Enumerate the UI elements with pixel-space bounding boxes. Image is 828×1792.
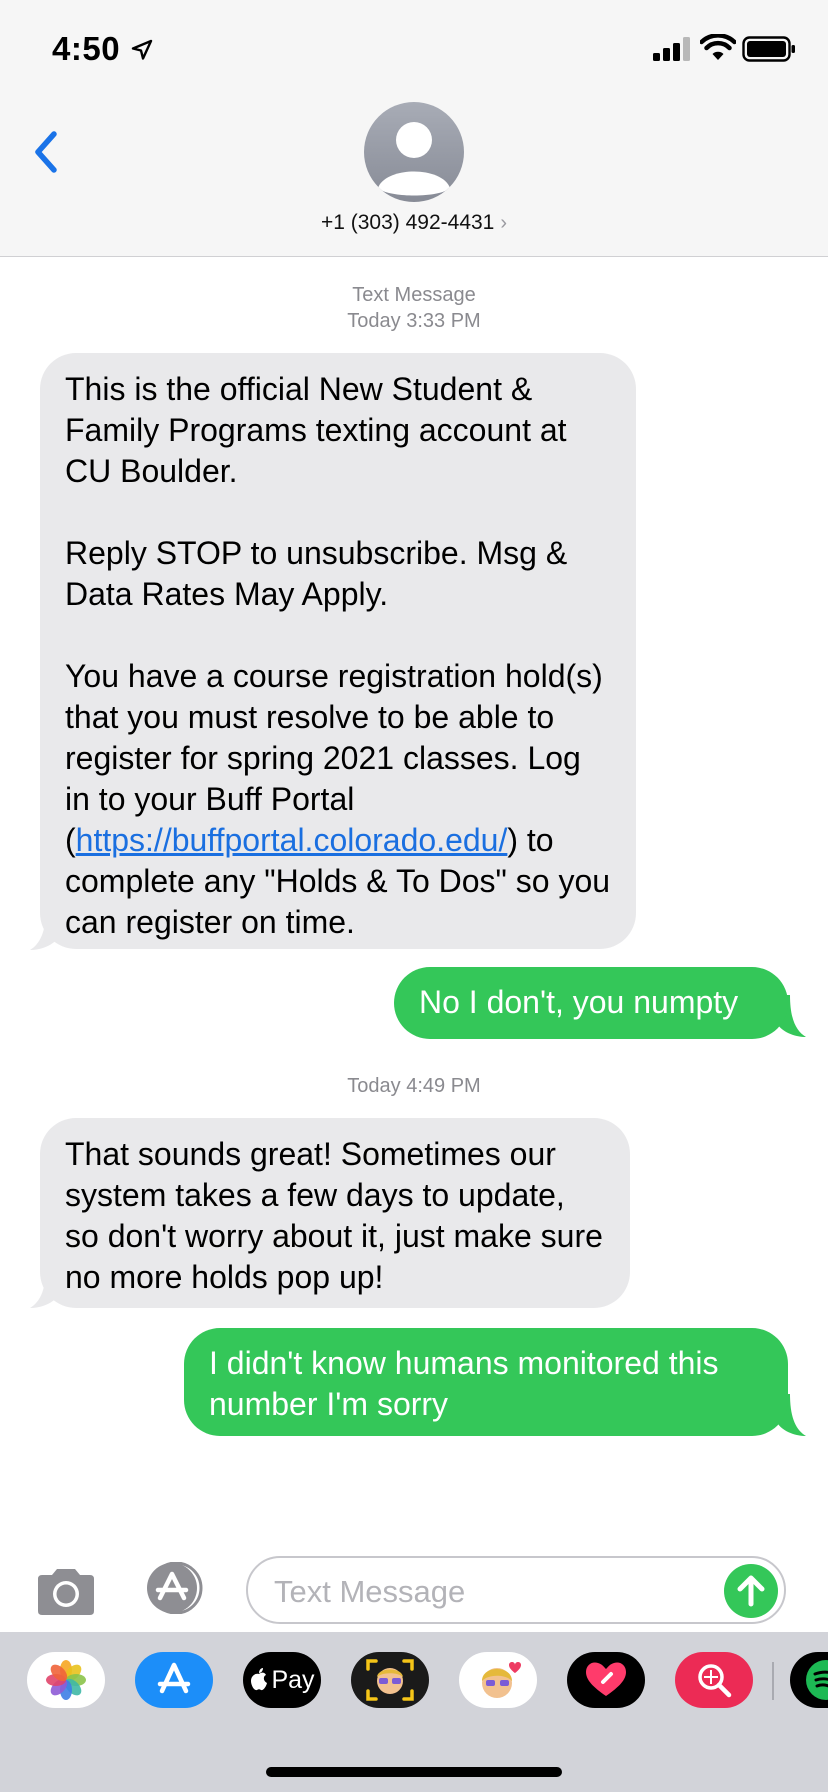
wifi-icon	[700, 34, 736, 60]
message-input-placeholder: Text Message	[274, 1574, 466, 1609]
memoji-stickers-app-button[interactable]	[459, 1652, 537, 1708]
message-paragraph: This is the official New Student & Famil…	[65, 371, 567, 489]
app-store-app-button[interactable]	[135, 1652, 213, 1708]
images-search-app-button[interactable]	[675, 1652, 753, 1708]
spotify-app-button[interactable]	[790, 1652, 828, 1708]
location-arrow-icon	[131, 39, 153, 60]
contact-number: +1 (303) 492-4431	[320, 211, 495, 234]
app-store-icon	[147, 1561, 203, 1615]
memoji-stickers-icon	[482, 1662, 521, 1698]
contact-name-button[interactable]: +1 (303) 492-4431 ›	[0, 211, 828, 235]
message-service-label: Text Message	[352, 284, 476, 306]
message-text: No I don't, you numpty	[419, 984, 739, 1020]
conversation-header: 4:50 +1 (303) 492-4431 ›	[0, 0, 828, 257]
timestamp-text: Today 4:49 PM	[347, 1075, 481, 1097]
photos-app-button[interactable]	[27, 1652, 105, 1708]
incoming-message-bubble[interactable]: This is the official New Student & Famil…	[40, 353, 636, 949]
app-store-icon	[157, 1662, 191, 1694]
apple-pay-label: Pay	[271, 1665, 315, 1694]
message-timestamp: Text Message Today 3:33 PM	[0, 282, 828, 334]
message-text: I didn't know humans monitored this numb…	[209, 1345, 719, 1422]
spotify-icon	[806, 1660, 828, 1700]
outgoing-message-bubble[interactable]: I didn't know humans monitored this numb…	[184, 1328, 788, 1436]
app-store-button[interactable]	[140, 1561, 210, 1615]
photos-icon	[46, 1660, 86, 1700]
chevron-right-icon: ›	[500, 212, 508, 234]
digital-touch-icon	[586, 1662, 626, 1696]
app-drawer-divider	[772, 1662, 774, 1700]
memoji-camera-app-button[interactable]	[351, 1652, 429, 1708]
arrow-up-icon	[737, 1575, 765, 1607]
contact-avatar[interactable]	[364, 102, 464, 202]
battery-icon	[742, 36, 795, 62]
message-timestamp: Today 4:49 PM	[0, 1073, 828, 1099]
timestamp-text: Today 3:33 PM	[347, 310, 481, 332]
apple-logo-icon	[251, 1668, 268, 1691]
buff-portal-link[interactable]: https://buffportal.colorado.edu/	[76, 822, 508, 858]
person-silhouette-icon	[378, 122, 450, 196]
message-input[interactable]: Text Message	[246, 1556, 786, 1624]
message-text: That sounds great! Sometimes our system …	[65, 1136, 603, 1295]
home-indicator[interactable]	[266, 1767, 562, 1777]
send-button[interactable]	[724, 1564, 778, 1618]
message-paragraph: You have a course registration hold(s) t…	[65, 656, 612, 943]
outgoing-message-bubble[interactable]: No I don't, you numpty	[394, 967, 788, 1039]
status-time: 4:50	[52, 30, 121, 67]
cellular-signal-icon	[653, 37, 690, 61]
apple-pay-app-button[interactable]: Pay	[243, 1652, 321, 1708]
incoming-message-bubble[interactable]: That sounds great! Sometimes our system …	[40, 1118, 630, 1308]
camera-button[interactable]	[34, 1567, 98, 1617]
back-button[interactable]	[26, 126, 66, 178]
message-paragraph: Reply STOP to unsubscribe. Msg & Data Ra…	[65, 535, 568, 612]
memoji-camera-icon	[366, 1659, 414, 1701]
images-search-icon	[698, 1664, 732, 1698]
digital-touch-app-button[interactable]	[567, 1652, 645, 1708]
